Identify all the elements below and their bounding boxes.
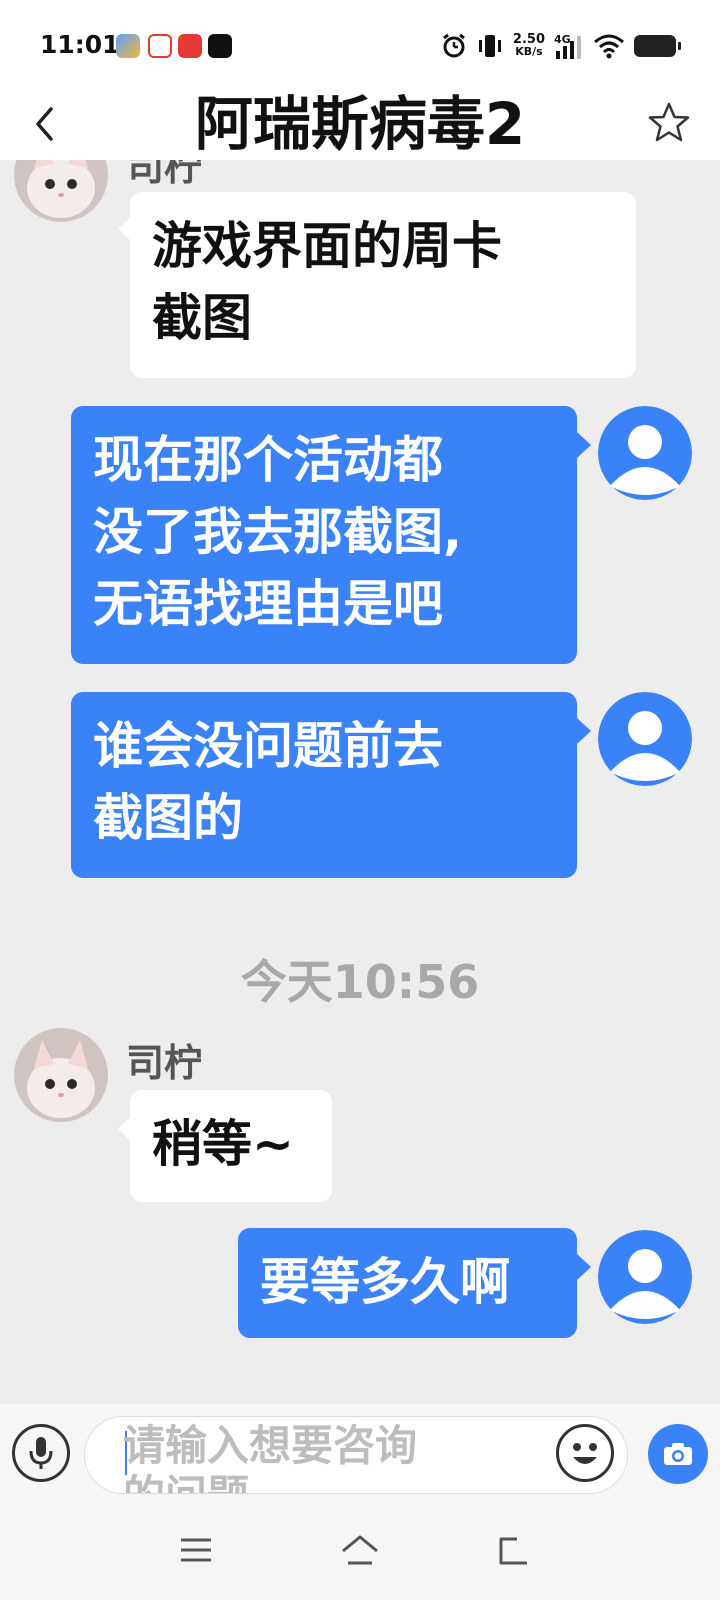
user-avatar[interactable] <box>598 1230 692 1324</box>
battery-icon <box>634 35 681 57</box>
voice-input-button[interactable] <box>12 1424 70 1482</box>
placeholder-line: 的问题 <box>123 1471 503 1493</box>
time-divider: 今天10:56 <box>240 955 480 1009</box>
message-bubble[interactable]: 稍等~ <box>130 1090 332 1202</box>
message-line: 截图的 <box>93 789 243 847</box>
bubble-tail <box>577 432 591 458</box>
user-avatar[interactable] <box>598 406 692 500</box>
system-navigation-bar <box>0 1504 720 1600</box>
chat-messages[interactable]: 司柠 游戏界面的周卡 截图 现在那个活动都 没了我去那截图, 无语找理由是吧 谁… <box>0 160 720 1404</box>
shopping-notification-icon <box>178 34 202 58</box>
microphone-icon <box>29 1437 53 1469</box>
contact-avatar[interactable] <box>14 160 108 222</box>
message-line: 要等多久啊 <box>260 1253 510 1311</box>
network-speed-unit: KB/s <box>515 45 543 58</box>
message-line: 现在那个活动都 <box>93 431 443 489</box>
message-line: 谁会没问题前去 <box>93 717 443 775</box>
bubble-tail <box>577 718 591 744</box>
favorite-button[interactable] <box>644 98 694 148</box>
message-line: 无语找理由是吧 <box>93 575 443 633</box>
home-button[interactable] <box>336 1526 384 1574</box>
camera-button[interactable] <box>648 1424 708 1484</box>
vibrate-icon <box>478 35 501 57</box>
camera-icon <box>664 1443 692 1465</box>
signal-icon <box>556 36 581 59</box>
user-icon <box>598 1230 692 1324</box>
wifi-icon <box>594 34 624 59</box>
network-speed: 2.50 KB/s <box>513 33 545 58</box>
user-icon <box>598 692 692 786</box>
bubble-tail <box>577 1254 591 1280</box>
message-bubble[interactable]: 游戏界面的周卡 截图 <box>130 192 636 378</box>
star-icon <box>648 102 690 142</box>
message-line: 没了我去那截图, <box>93 503 462 561</box>
message-line: 稍等~ <box>152 1115 294 1173</box>
sender-name: 司柠 <box>126 160 203 189</box>
alarm-icon <box>443 33 465 58</box>
menu-icon <box>181 1538 211 1562</box>
menu-button[interactable] <box>172 1526 220 1574</box>
user-icon <box>598 406 692 500</box>
message-bubble[interactable]: 谁会没问题前去 截图的 <box>71 692 577 878</box>
back-nav-button[interactable] <box>490 1526 538 1574</box>
cat-avatar-image <box>14 160 108 222</box>
input-placeholder: 请输入想要咨询 的问题 <box>123 1421 503 1493</box>
message-bubble[interactable]: 要等多久啊 <box>238 1228 577 1338</box>
cat-avatar-image <box>14 1028 108 1122</box>
sender-name: 司柠 <box>126 1041 203 1085</box>
app-notification-icon <box>116 34 140 58</box>
message-line: 截图 <box>152 289 252 347</box>
user-avatar[interactable] <box>598 692 692 786</box>
cellular-signal: 4G <box>554 33 584 59</box>
emoji-button[interactable] <box>556 1424 614 1482</box>
status-indicators: 2.50 KB/s 4G <box>441 30 681 62</box>
message-bubble[interactable]: 现在那个活动都 没了我去那截图, 无语找理由是吧 <box>71 406 577 664</box>
home-icon <box>342 1535 378 1565</box>
message-line: 游戏界面的周卡 <box>152 217 502 275</box>
message-input[interactable]: 请输入想要咨询 的问题 <box>84 1416 628 1494</box>
contact-avatar[interactable] <box>14 1028 108 1122</box>
status-time: 11:01 <box>40 30 120 59</box>
tiktok-notification-icon <box>208 34 232 58</box>
chat-title: 阿瑞斯病毒2 <box>194 90 526 158</box>
chat-header: 阿瑞斯病毒2 <box>0 88 720 160</box>
map-notification-icon <box>148 34 172 58</box>
status-bar: 11:01 2.50 KB/s 4G <box>0 0 720 88</box>
smiley-icon <box>573 1443 597 1464</box>
placeholder-line: 请输入想要咨询 <box>123 1421 418 1470</box>
back-arrow-icon <box>499 1537 527 1565</box>
message-input-bar: 请输入想要咨询 的问题 <box>0 1404 720 1504</box>
